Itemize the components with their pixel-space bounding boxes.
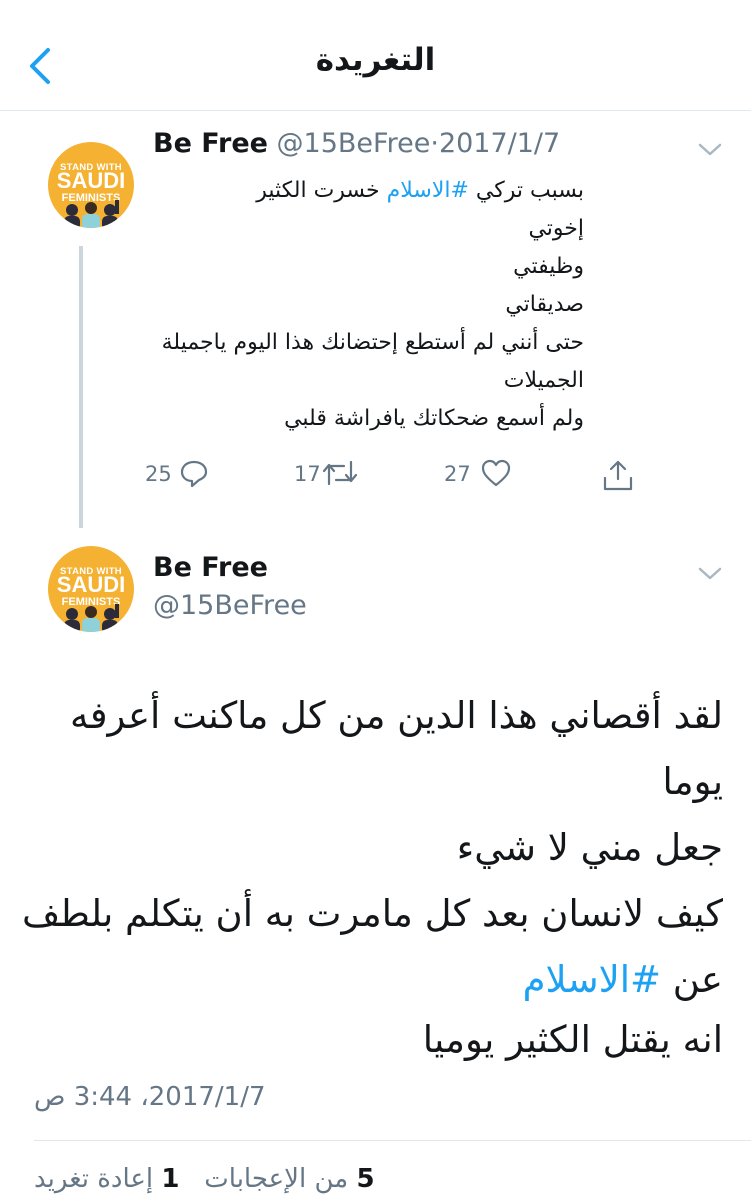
top-bar: التغريدة <box>0 0 751 111</box>
tweet1-text-line: الجميلات <box>503 368 584 393</box>
avatar[interactable]: STAND WITH SAUDI FEMINISTS <box>48 142 134 228</box>
tweet1-text-line: حتى أنني لم أستطع إحتضانك هذا اليوم ياجم… <box>161 330 584 355</box>
tweet1-text-line: وظيفتي <box>513 254 584 279</box>
share-icon <box>603 460 633 491</box>
tweet1-text-line: صديقاتي <box>505 292 584 317</box>
divider <box>34 1140 751 1141</box>
tweet-stats: 5 من الإعجابات 1 إعادة تغريد <box>34 1164 375 1194</box>
author-name[interactable]: Be Free <box>153 552 268 583</box>
tweet-date: 2017/1/7 <box>438 128 561 159</box>
separator: · <box>430 128 439 159</box>
share-button[interactable] <box>600 458 636 492</box>
hashtag-link[interactable]: #الاسلام <box>523 958 661 1001</box>
page-title: التغريدة <box>315 42 436 78</box>
thread-connector <box>79 246 83 528</box>
tweet-timestamp[interactable]: 2017/1/7، 3:44 ص <box>34 1082 266 1112</box>
like-count: 27 <box>444 462 471 486</box>
tweet1-text-line: بسبب تركي #الاسلام خسرت الكثير <box>256 178 584 203</box>
retweets-label[interactable]: إعادة تغريد <box>34 1164 153 1194</box>
likes-count[interactable]: 5 <box>356 1164 374 1194</box>
like-icon <box>481 459 511 487</box>
avatar-text-main: SAUDI <box>56 572 126 597</box>
avatar[interactable]: STAND WITH SAUDI FEMINISTS <box>48 546 134 632</box>
reply-count: 25 <box>145 462 172 486</box>
tweet2-text-line: كيف لانسان بعد كل مامرت به أن يتكلم بلطف <box>22 892 723 935</box>
retweet-button[interactable]: 17 <box>294 458 366 492</box>
tweet1-text-line: إخوتي <box>528 216 584 241</box>
hashtag-link[interactable]: #الاسلام <box>387 178 469 203</box>
tweet1-text-line: ولم أسمع ضحكاتك يافراشة قلبي <box>284 406 584 431</box>
author-name: Be Free <box>153 128 268 159</box>
like-button[interactable]: 27 <box>444 458 516 492</box>
retweet-count: 17 <box>294 462 321 486</box>
retweets-count[interactable]: 1 <box>161 1164 179 1194</box>
tweet2-text-line: عن #الاسلام <box>522 958 723 1001</box>
people-illustration <box>64 200 119 228</box>
reply-button[interactable]: 25 <box>145 458 215 492</box>
chevron-down-icon[interactable] <box>697 566 723 582</box>
tweet1-author[interactable]: Be Free @15BeFree·2017/1/7 <box>153 128 560 159</box>
tweet2-text-line: لقد أقصاني هذا الدين من كل ماكنت أعرفه <box>70 694 723 737</box>
tweet2-text-line: جعل مني لا شيء <box>456 826 723 869</box>
tweet2-text-line: انه يقتل الكثير يوميا <box>422 1018 723 1061</box>
chevron-down-icon[interactable] <box>697 142 723 158</box>
author-handle: @15BeFree <box>276 128 431 159</box>
reply-icon <box>180 460 208 488</box>
people-illustration <box>64 604 119 632</box>
retweet-icon <box>322 460 358 486</box>
tweet2-text-line: يوما <box>662 760 723 803</box>
likes-label[interactable]: من الإعجابات <box>204 1164 348 1194</box>
author-handle[interactable]: @15BeFree <box>153 590 307 621</box>
avatar-text-main: SAUDI <box>56 168 126 193</box>
